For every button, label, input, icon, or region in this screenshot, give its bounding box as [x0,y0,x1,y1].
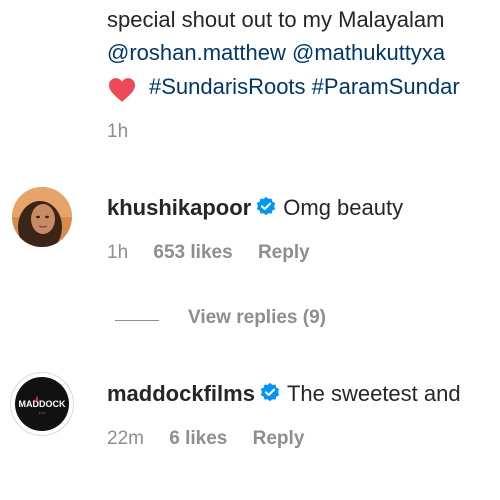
mention-link[interactable]: @roshan.matthew [107,40,286,65]
comment-username[interactable]: maddockfilms [107,381,255,406]
hashtag-link[interactable]: #SundarisRoots [149,74,306,99]
heart-icon [109,78,135,102]
comment-meta: 22m 6 likes Reply [107,428,304,450]
caption-text: special shout out to my Malayalam [107,7,445,32]
caption-hashtags: #SundarisRoots #ParamSundar [149,73,460,101]
mention-link[interactable]: @mathukuttyxa [292,40,445,65]
likes-count[interactable]: 6 likes [169,428,227,449]
caption-mentions: @roshan.matthew @mathukuttyxa [107,39,445,67]
avatar-image [12,187,72,247]
verified-badge-icon [260,382,280,402]
avatar-logo-text: MADDOCK [19,399,66,409]
avatar[interactable] [12,187,72,247]
comment-timestamp: 22m [107,428,144,449]
caption-timestamp: 1h [107,121,129,142]
avatar[interactable]: MADDOCK ▪ ▪ ▪ [10,372,74,436]
view-replies-divider [115,320,159,321]
comment-body: khushikapoor Omg beauty [107,194,403,222]
maddock-logo-icon: MADDOCK ▪ ▪ ▪ [15,377,69,431]
comment-text: The sweetest and [286,381,461,406]
likes-count[interactable]: 653 likes [153,242,232,263]
comment-text: Omg beauty [283,195,404,220]
reply-button[interactable]: Reply [253,428,305,449]
comment-timestamp: 1h [107,242,129,263]
verified-badge-icon [257,196,276,216]
comment-username[interactable]: khushikapoor [107,195,251,220]
reply-button[interactable]: Reply [258,242,310,263]
comment-body: maddockfilms The sweetest and [107,380,461,408]
comment-meta: 1h 653 likes Reply [107,242,310,264]
view-replies-button[interactable]: View replies (9) [188,307,326,329]
svg-text:▪ ▪ ▪: ▪ ▪ ▪ [39,411,45,415]
hashtag-link[interactable]: #ParamSundar [312,74,460,99]
